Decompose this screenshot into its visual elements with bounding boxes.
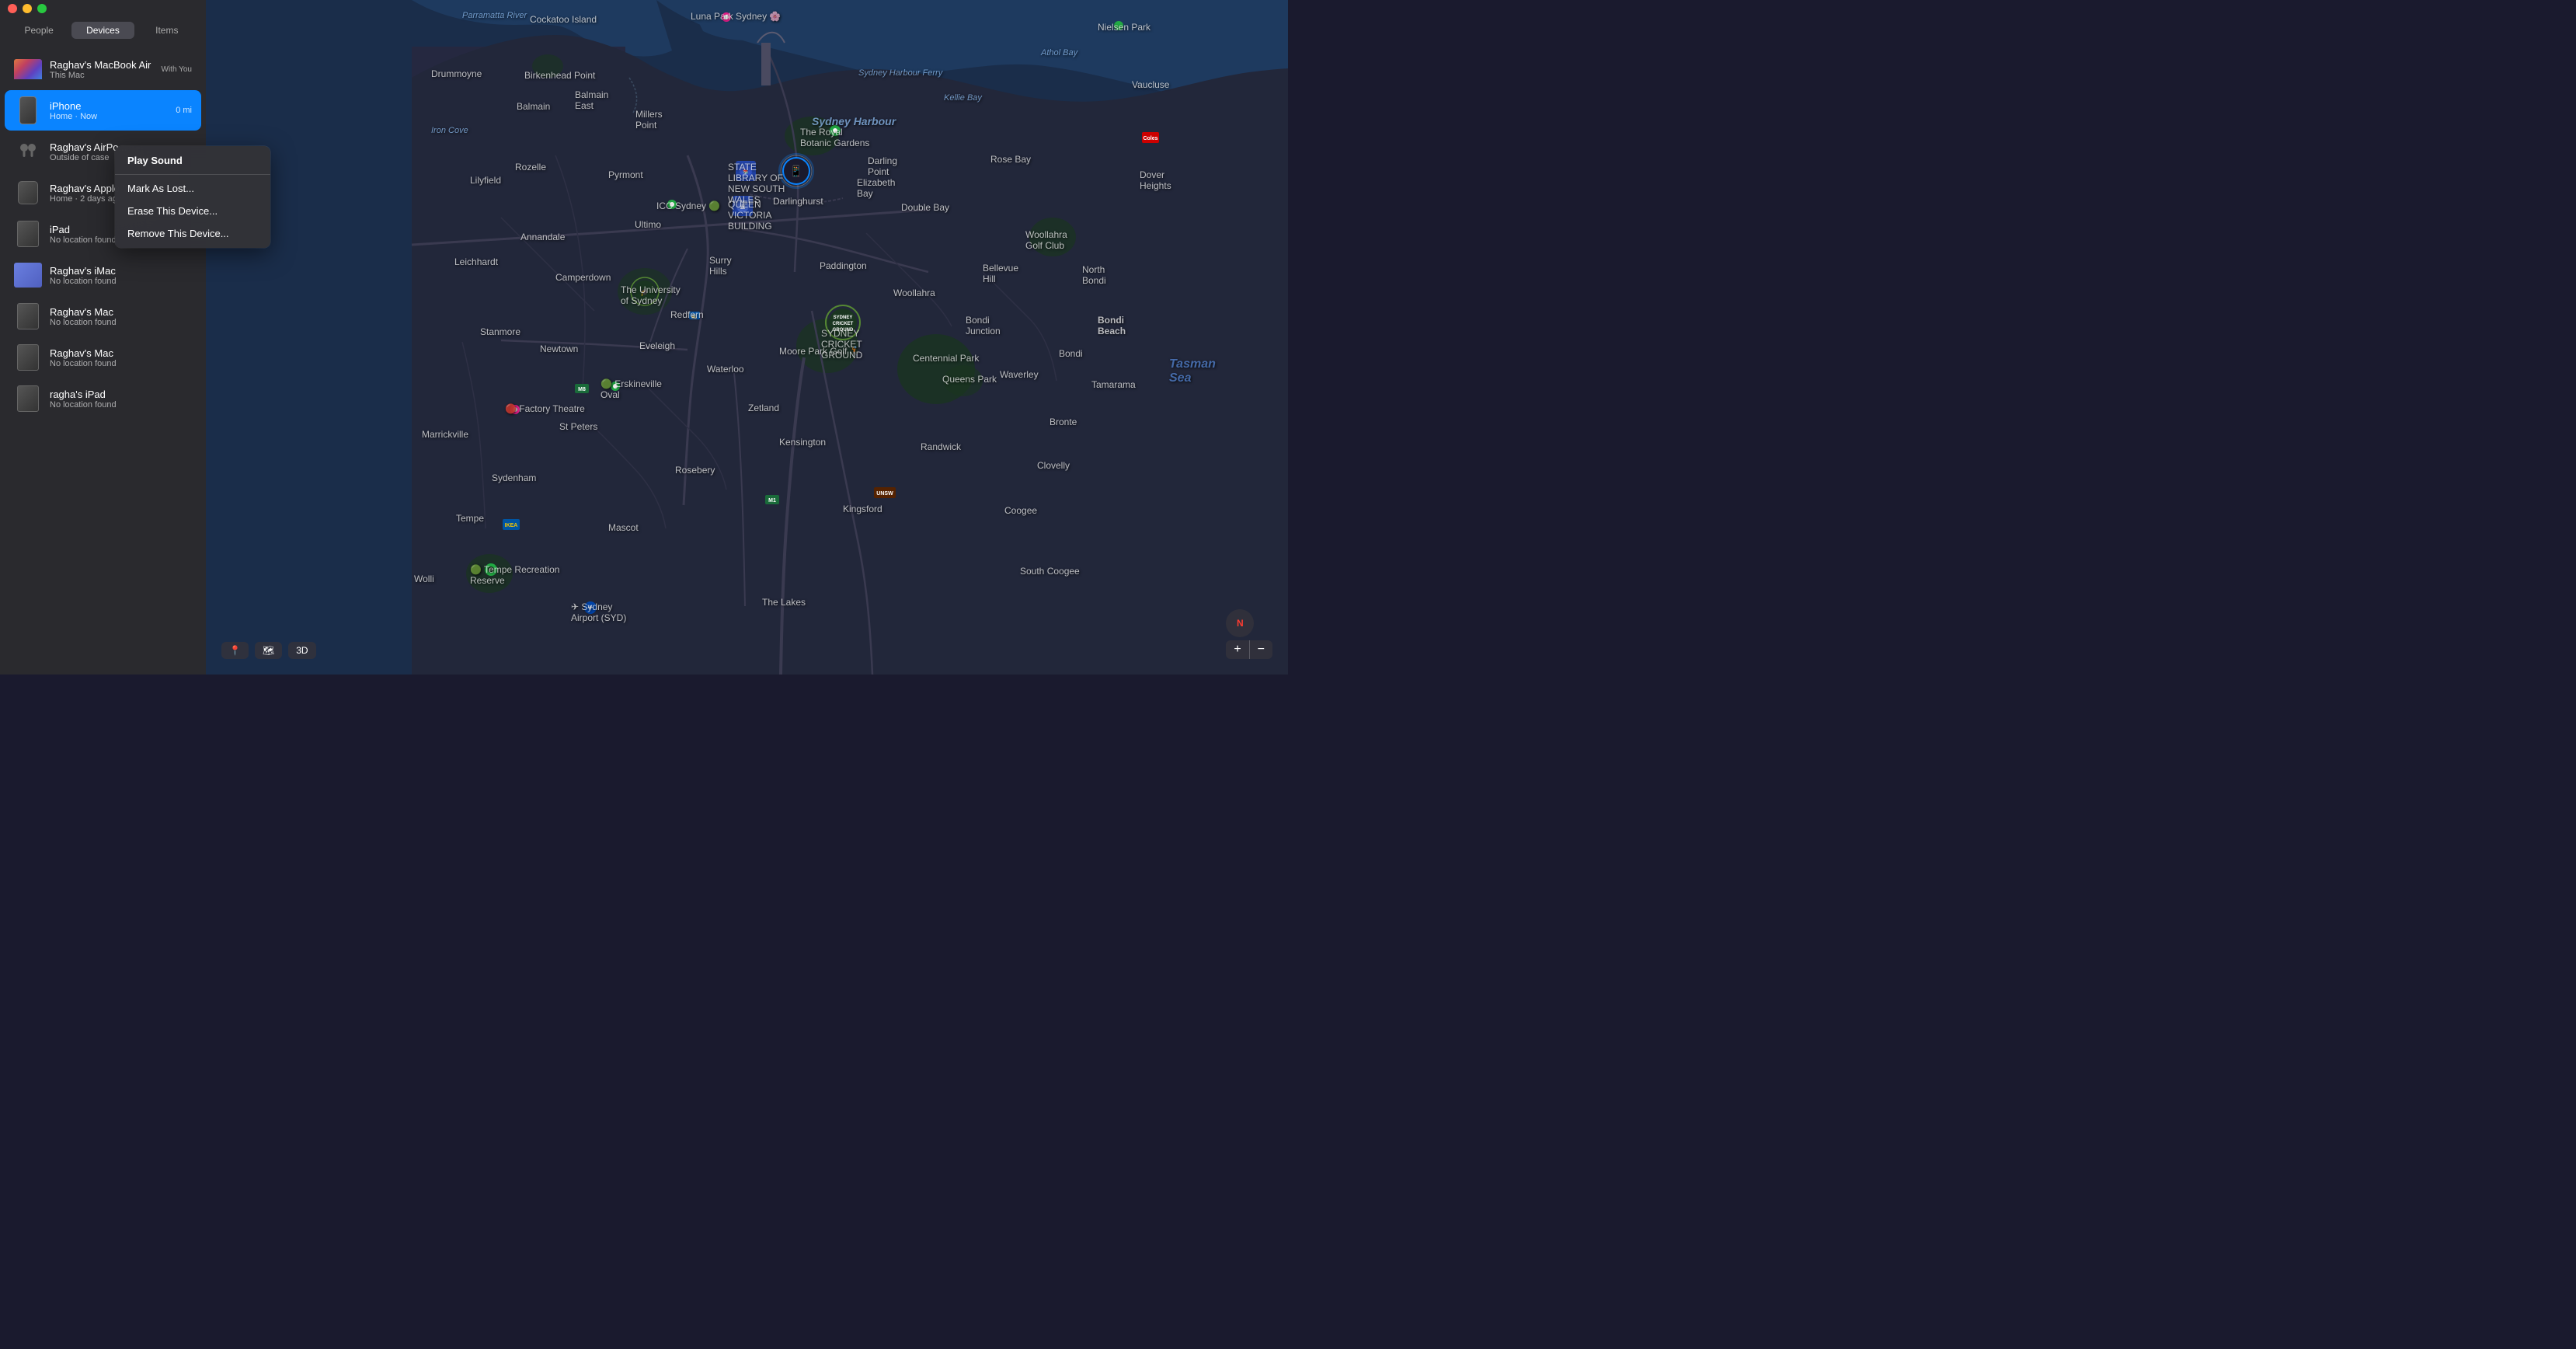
device-ragha-ipad[interactable]: ragha's iPad No location found [5,378,201,419]
zoom-out-button[interactable]: − [1250,640,1272,659]
device-list: Raghav's MacBook Air This Mac With You i… [0,45,206,674]
3d-button[interactable]: 3D [288,642,315,659]
device-distance-iphone: 0 mi [176,106,192,115]
device-info-macbook: Raghav's MacBook Air This Mac [50,59,154,80]
context-menu-play-sound[interactable]: Play Sound [115,149,270,172]
device-info-mac2: Raghav's Mac No location found [50,347,192,368]
device-badge-macbook: With You [162,65,192,74]
svg-text:🎓: 🎓 [640,288,649,296]
location-button[interactable]: 📍 [221,642,249,659]
device-imac[interactable]: Raghav's iMac No location found [5,255,201,295]
context-menu-erase-device[interactable]: Erase This Device... [115,200,270,222]
mac1-icon [14,302,42,330]
svg-text:UNSW: UNSW [876,491,893,497]
svg-text:📚: 📚 [743,169,749,175]
device-status-mac2: No location found [50,359,192,368]
device-name-mac1: Raghav's Mac [50,306,192,318]
map-type-button[interactable]: 🗺 [255,642,282,659]
ipad-icon [14,220,42,248]
svg-text:M1: M1 [768,498,776,504]
compass-button[interactable]: N [1226,609,1254,637]
svg-text:SYDNEY: SYDNEY [834,315,853,320]
tab-items[interactable]: Items [136,22,198,39]
svg-text:M8: M8 [578,387,586,392]
svg-text:✈: ✈ [587,604,594,612]
svg-text:🚉: 🚉 [691,313,698,319]
map-container[interactable]: M8 M1 🚉 Coles 📚 [206,0,1288,674]
context-menu-mark-lost[interactable]: Mark As Lost... [115,177,270,200]
zoom-in-button[interactable]: + [1226,640,1249,659]
device-status-iphone: Home · Now [50,112,168,121]
device-status-ragha-ipad: No location found [50,400,192,410]
mac2-icon [14,343,42,371]
device-info-mac1: Raghav's Mac No location found [50,306,192,327]
context-menu: Play Sound Mark As Lost... Erase This De… [115,146,270,248]
svg-text:Coles: Coles [1143,136,1157,141]
device-info-imac: Raghav's iMac No location found [50,265,192,286]
svg-text:🏛: 🏛 [740,204,746,210]
watch-icon [14,179,42,207]
context-menu-separator-1 [115,174,270,175]
context-menu-remove-device[interactable]: Remove This Device... [115,222,270,245]
macbook-icon [14,55,42,83]
svg-text:IKEA: IKEA [505,523,518,528]
device-info-ragha-ipad: ragha's iPad No location found [50,389,192,410]
ragha-ipad-icon [14,385,42,413]
device-mac1[interactable]: Raghav's Mac No location found [5,296,201,336]
device-macbook-air[interactable]: Raghav's MacBook Air This Mac With You [5,49,201,89]
device-name-imac: Raghav's iMac [50,265,192,277]
device-iphone[interactable]: iPhone Home · Now 0 mi [5,90,201,131]
iphone-icon [14,96,42,124]
device-status-mac1: No location found [50,318,192,327]
zoom-controls: + − [1226,640,1272,659]
imac-icon [14,261,42,289]
device-name-iphone: iPhone [50,100,168,112]
tab-devices[interactable]: Devices [71,22,134,39]
svg-text:📱: 📱 [789,165,802,178]
svg-text:GROUND: GROUND [833,328,854,333]
device-info-iphone: iPhone Home · Now [50,100,168,121]
titlebar [0,0,206,17]
map-bottom-left-controls: 📍 🗺 3D [221,642,316,659]
map-svg: M8 M1 🚉 Coles 📚 [206,0,1288,674]
maximize-button[interactable] [37,4,47,13]
device-name-macbook: Raghav's MacBook Air [50,59,154,71]
svg-text:CRICKET: CRICKET [833,322,854,326]
device-mac2[interactable]: Raghav's Mac No location found [5,337,201,378]
close-button[interactable] [8,4,17,13]
device-status-imac: No location found [50,277,192,286]
tab-people[interactable]: People [8,22,70,39]
airpods-icon [14,138,42,166]
device-status-macbook: This Mac [50,71,154,80]
sidebar: People Devices Items Raghav's MacBook Ai… [0,0,206,674]
map-controls-zoom: N + − [1226,609,1272,659]
device-name-mac2: Raghav's Mac [50,347,192,359]
map-background: M8 M1 🚉 Coles 📚 [206,0,1288,674]
minimize-button[interactable] [23,4,32,13]
device-name-ragha-ipad: ragha's iPad [50,389,192,400]
